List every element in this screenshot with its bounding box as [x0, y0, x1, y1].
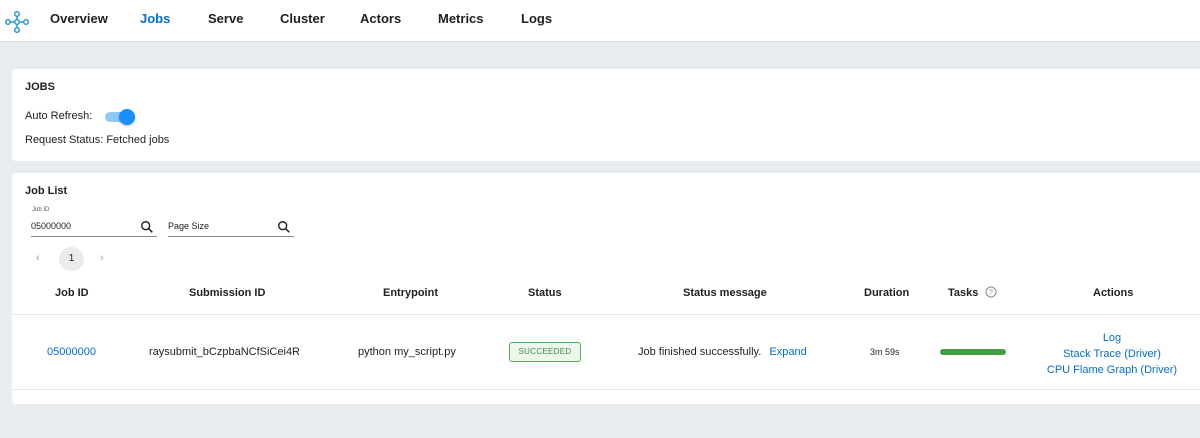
column-header-submission-id[interactable]: Submission ID [189, 287, 265, 299]
column-header-actions[interactable]: Actions [1093, 287, 1133, 299]
page-size-filter [168, 219, 294, 237]
stack-trace-link[interactable]: Stack Trace (Driver) [1042, 346, 1182, 362]
cpu-flame-graph-link[interactable]: CPU Flame Graph (Driver) [1042, 362, 1182, 378]
jobs-card: JOBS Auto Refresh: Request Status: Fetch… [12, 69, 1200, 161]
duration-cell: 3m 59s [870, 347, 900, 357]
status-badge: SUCCEEDED [509, 342, 581, 362]
header-divider [12, 314, 1200, 315]
nav-cluster[interactable]: Cluster [280, 11, 325, 26]
auto-refresh-label: Auto Refresh: [25, 110, 93, 122]
entrypoint-cell: python my_script.py [358, 346, 456, 358]
nav-logs[interactable]: Logs [521, 11, 552, 26]
status-message-cell: Job finished successfully. Expand [638, 346, 807, 358]
help-circle-icon[interactable]: ? [985, 286, 997, 298]
job-list-title: Job List [25, 185, 68, 197]
main-nav: Overview Jobs Serve Cluster Actors Metri… [0, 0, 1200, 42]
tasks-progress-bar [940, 349, 1006, 355]
search-icon[interactable] [277, 220, 291, 234]
request-status-text: Request Status: Fetched jobs [25, 134, 170, 146]
chevron-left-icon[interactable]: ‹ [36, 252, 40, 264]
column-header-duration[interactable]: Duration [864, 287, 909, 299]
submission-id-cell: raysubmit_bCzpbaNCfSiCei4R [149, 346, 301, 358]
row-divider [12, 389, 1200, 390]
toggle-thumb [119, 109, 135, 125]
nav-overview[interactable]: Overview [50, 11, 108, 26]
column-header-status-message[interactable]: Status message [683, 287, 767, 299]
expand-link[interactable]: Expand [769, 346, 806, 358]
job-list-card: Job List Job ID ‹ 1 › Job ID Submission … [12, 173, 1200, 404]
log-link[interactable]: Log [1042, 330, 1182, 346]
job-id-filter [31, 219, 157, 237]
page-size-input[interactable] [168, 221, 268, 231]
job-id-link[interactable]: 05000000 [47, 346, 96, 358]
svg-text:?: ? [989, 290, 993, 297]
nav-jobs[interactable]: Jobs [140, 11, 170, 26]
page-button-current[interactable]: 1 [59, 247, 84, 271]
auto-refresh-toggle[interactable] [103, 109, 135, 125]
column-header-entrypoint[interactable]: Entrypoint [383, 287, 438, 299]
nav-metrics[interactable]: Metrics [438, 11, 484, 26]
status-message-text: Job finished successfully. [638, 346, 762, 358]
column-header-job-id[interactable]: Job ID [55, 287, 89, 299]
chevron-right-icon[interactable]: › [100, 252, 104, 264]
top-navigation-bar: Overview Jobs Serve Cluster Actors Metri… [0, 0, 1200, 42]
search-icon[interactable] [140, 220, 154, 234]
job-id-input[interactable] [31, 221, 131, 231]
nav-serve[interactable]: Serve [208, 11, 243, 26]
job-id-field-label: Job ID [32, 207, 50, 213]
column-header-tasks[interactable]: Tasks [948, 287, 978, 299]
column-header-status[interactable]: Status [528, 287, 562, 299]
actions-cell: Log Stack Trace (Driver) CPU Flame Graph… [1042, 330, 1182, 378]
jobs-card-title: JOBS [25, 81, 55, 93]
nav-actors[interactable]: Actors [360, 11, 401, 26]
